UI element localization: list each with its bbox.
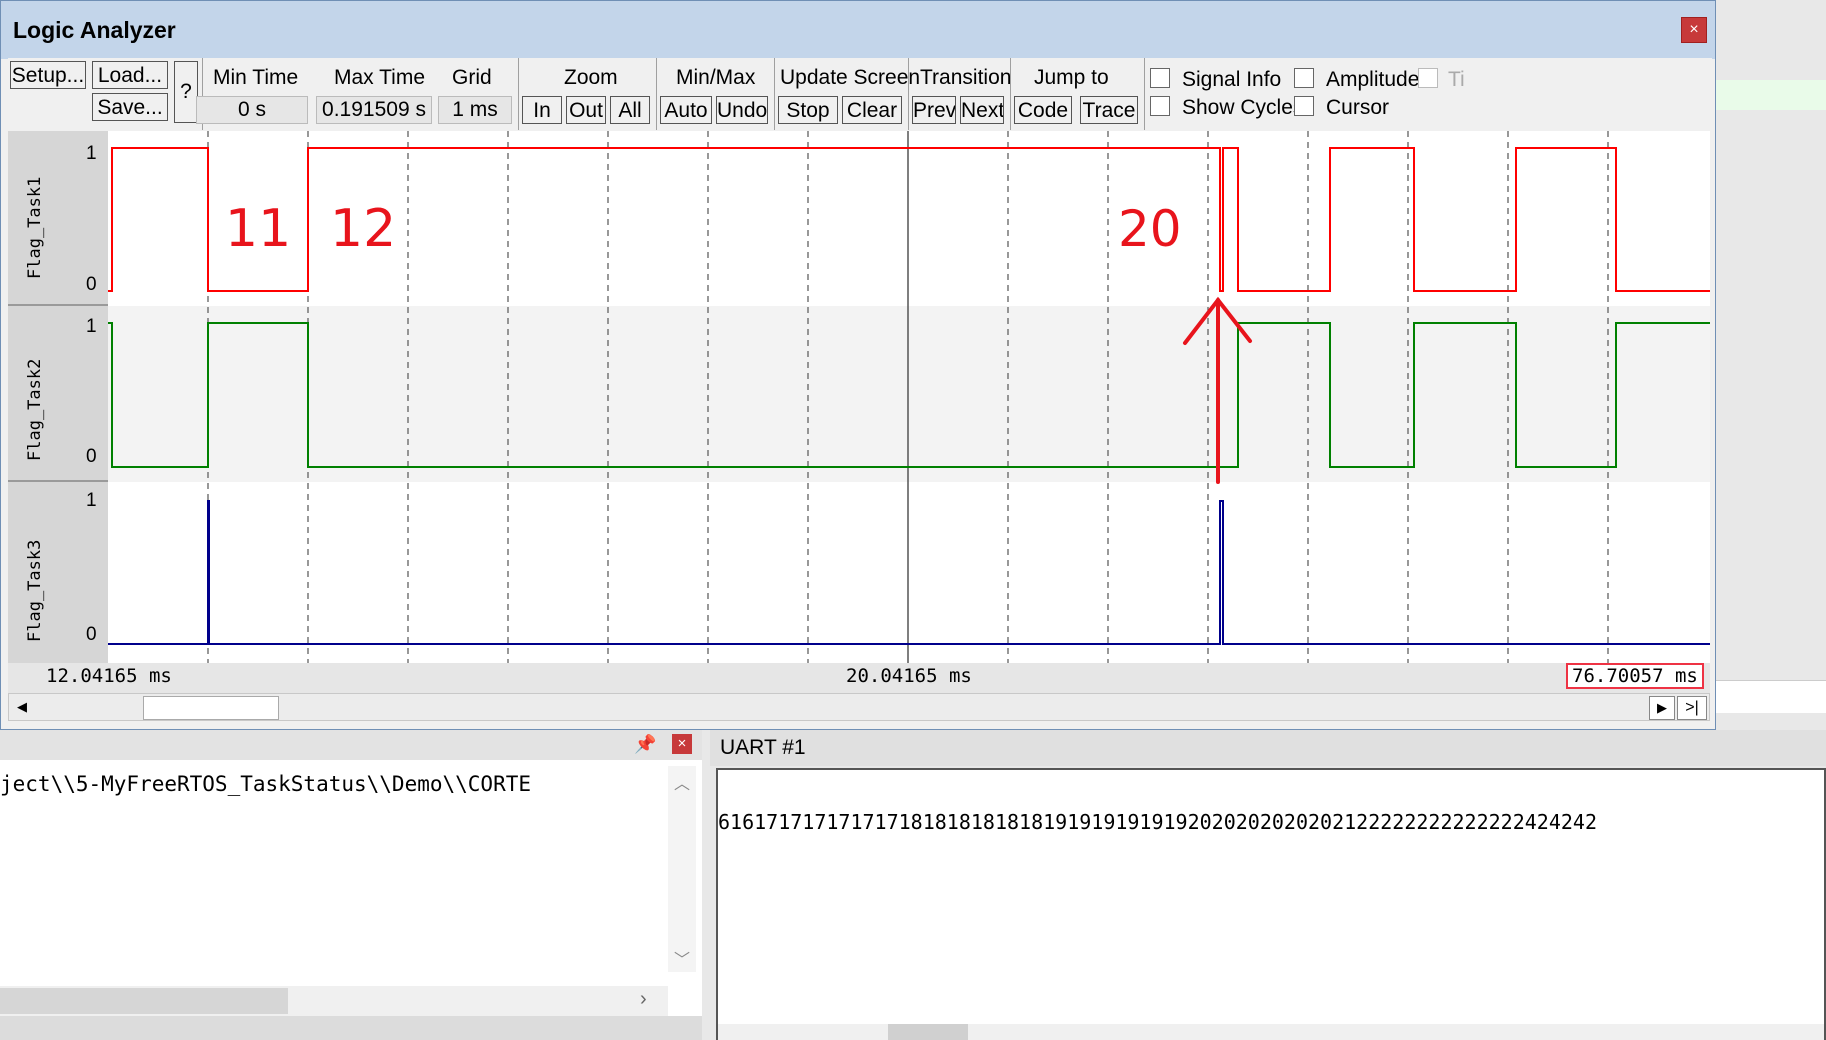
background-panel [1716,680,1826,713]
horizontal-scrollbar[interactable]: ◀ ▶ >| [8,693,1710,721]
scroll-thumb[interactable] [143,696,279,720]
scroll-end-icon[interactable]: >| [1677,696,1707,720]
scroll-thumb[interactable] [888,1024,968,1040]
path-text: ject\\5-MyFreeRTOS_TaskStatus\\Demo\\COR… [0,772,532,796]
uart-title: UART #1 [720,736,806,759]
uart-hscrollbar[interactable] [718,1024,1824,1040]
uart-output[interactable]: 6161717171717171818181818181919191919192… [716,768,1826,1040]
horizontal-scrollbar[interactable]: › [0,986,668,1016]
annotation-20: 20 [1118,200,1182,258]
scroll-down-icon[interactable]: ﹀ [674,946,690,970]
close-icon[interactable]: × [672,734,692,754]
time-label-right: 76.70057 ms [1566,663,1704,689]
scroll-thumb[interactable] [0,988,288,1014]
uart-text: 6161717171717171818181818181919191919192… [718,810,1597,834]
annotation-11: 11 [225,199,291,259]
scroll-right-icon[interactable]: › [640,988,647,1011]
background-editor-line [1716,80,1826,110]
uart-header: UART #1 [710,730,1826,766]
panel-bottom-strip [0,1016,702,1040]
panel-header: 📌 × [0,730,702,760]
scroll-left-icon[interactable]: ◀ [13,698,31,716]
pin-icon[interactable]: 📌 [634,734,656,755]
scroll-up-icon[interactable]: ︿ [674,770,690,794]
scroll-right-icon[interactable]: ▶ [1649,696,1675,720]
time-label-center: 20.04165 ms [846,665,972,687]
annotation-12: 12 [330,199,396,259]
output-panel: 📌 × ject\\5-MyFreeRTOS_TaskStatus\\Demo\… [0,730,702,1040]
time-label-left: 12.04165 ms [46,665,172,687]
vertical-scrollbar[interactable]: ︿ ﹀ [668,766,696,972]
time-axis: 12.04165 ms 20.04165 ms 76.70057 ms [8,663,1710,693]
